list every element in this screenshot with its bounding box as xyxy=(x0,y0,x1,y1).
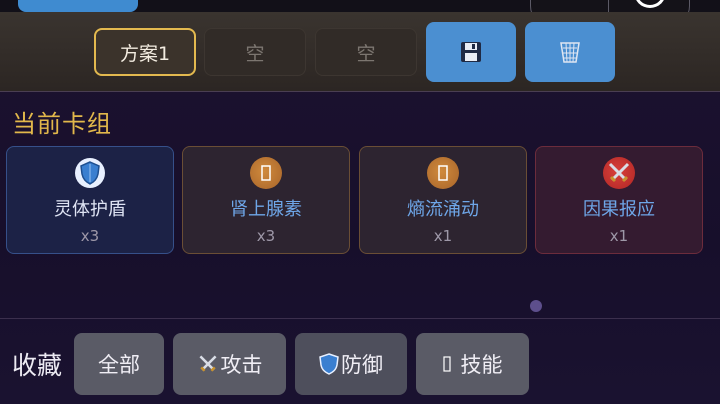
card-name: 因果报应 xyxy=(583,199,655,220)
deck-card[interactable]: 灵体护盾 x3 xyxy=(6,146,174,254)
missing-glyph-icon xyxy=(427,157,459,189)
filter-label: 技能 xyxy=(460,353,503,377)
card-name: 灵体护盾 xyxy=(54,199,126,220)
filter-all-button[interactable]: 全部 xyxy=(74,333,164,395)
filter-label: 防御 xyxy=(341,353,383,377)
card-count: x3 xyxy=(256,227,276,245)
card-name: 熵流涌动 xyxy=(407,199,479,220)
page-indicator-dot[interactable] xyxy=(530,300,542,312)
missing-glyph-icon xyxy=(250,157,282,189)
shield-icon xyxy=(74,157,106,189)
card-count: x1 xyxy=(433,227,453,245)
card-count: x3 xyxy=(80,227,100,245)
missing-glyph-icon xyxy=(442,354,451,375)
plan-slot-label: 方案1 xyxy=(119,42,171,65)
top-button[interactable] xyxy=(18,0,138,12)
plan-slot-2[interactable]: 空 xyxy=(204,28,306,76)
filter-defense-button[interactable]: 防御 xyxy=(295,333,407,395)
save-icon xyxy=(461,42,481,62)
deck-card[interactable]: 因果报应 x1 xyxy=(535,146,703,254)
plan-slot-label: 空 xyxy=(245,42,265,65)
card-name: 肾上腺素 xyxy=(230,199,302,220)
section-divider xyxy=(0,318,720,319)
plan-slot-3[interactable]: 空 xyxy=(315,28,417,76)
shield-icon xyxy=(319,352,339,376)
card-count: x1 xyxy=(609,227,629,245)
plan-slot-label: 空 xyxy=(356,42,376,65)
plan-slot-1[interactable]: 方案1 xyxy=(94,28,196,76)
filter-attack-button[interactable]: 攻击 xyxy=(173,333,286,395)
collection-label: 收藏 xyxy=(12,351,63,380)
crossed-swords-icon xyxy=(603,157,635,189)
deck-card[interactable]: 肾上腺素 x3 xyxy=(182,146,350,254)
deck-title: 当前卡组 xyxy=(12,110,112,138)
filter-skill-button[interactable]: 技能 xyxy=(416,333,529,395)
save-button[interactable] xyxy=(426,22,516,82)
plan-bar: 方案1 空 空 xyxy=(0,12,720,92)
filter-label: 全部 xyxy=(98,353,140,377)
deck-card[interactable]: 熵流涌动 x1 xyxy=(359,146,527,254)
crossed-swords-icon xyxy=(197,353,219,376)
filter-label: 攻击 xyxy=(220,353,263,377)
trash-icon xyxy=(560,42,580,63)
top-right-divider xyxy=(608,0,609,12)
delete-button[interactable] xyxy=(525,22,615,82)
